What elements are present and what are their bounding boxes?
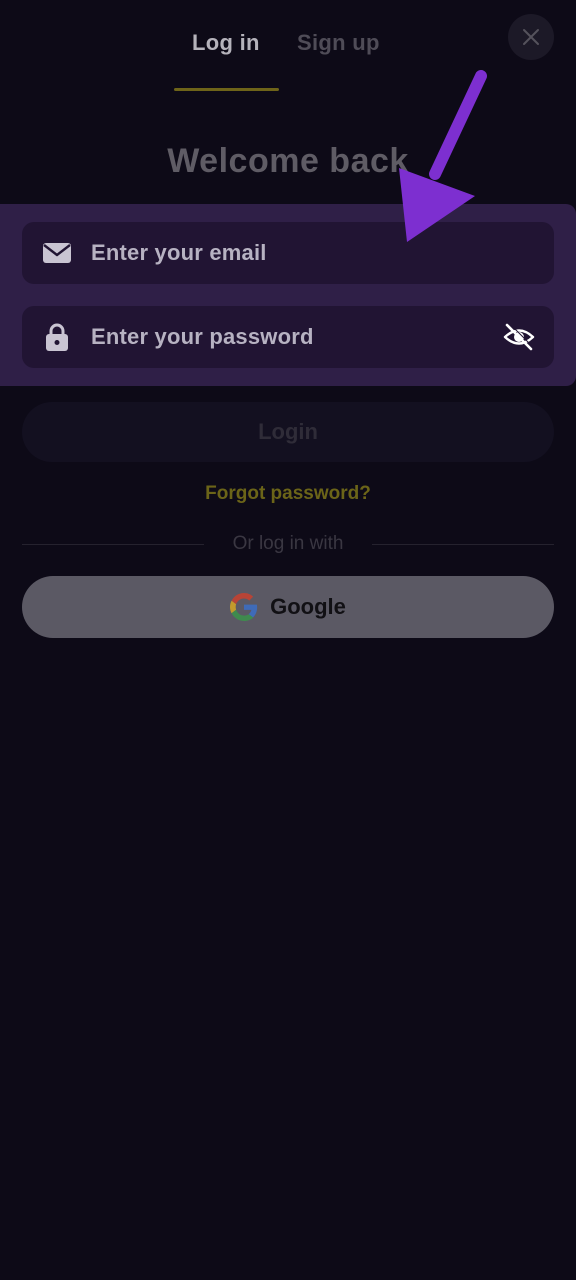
google-login-button[interactable]: Google (22, 576, 554, 638)
login-button[interactable]: Login (22, 402, 554, 462)
email-placeholder: Enter your email (91, 240, 267, 265)
divider-line-right (372, 544, 554, 545)
forgot-password-link[interactable]: Forgot password? (0, 483, 576, 505)
envelope-icon (42, 238, 72, 268)
google-button-content: Google (22, 576, 554, 638)
lock-icon (42, 322, 72, 352)
close-button[interactable] (508, 14, 554, 60)
tab-signup[interactable]: Sign up (297, 30, 380, 56)
password-field[interactable]: Enter your password (22, 306, 554, 368)
social-divider: Or log in with (22, 530, 554, 558)
close-icon (523, 29, 539, 45)
active-tab-indicator (174, 88, 279, 91)
password-placeholder: Enter your password (91, 324, 314, 349)
tab-login[interactable]: Log in (192, 30, 260, 56)
arrow-annotation-icon (399, 70, 487, 242)
eye-off-icon[interactable] (502, 320, 536, 354)
google-button-label: Google (270, 594, 346, 619)
google-logo-icon (230, 593, 258, 621)
